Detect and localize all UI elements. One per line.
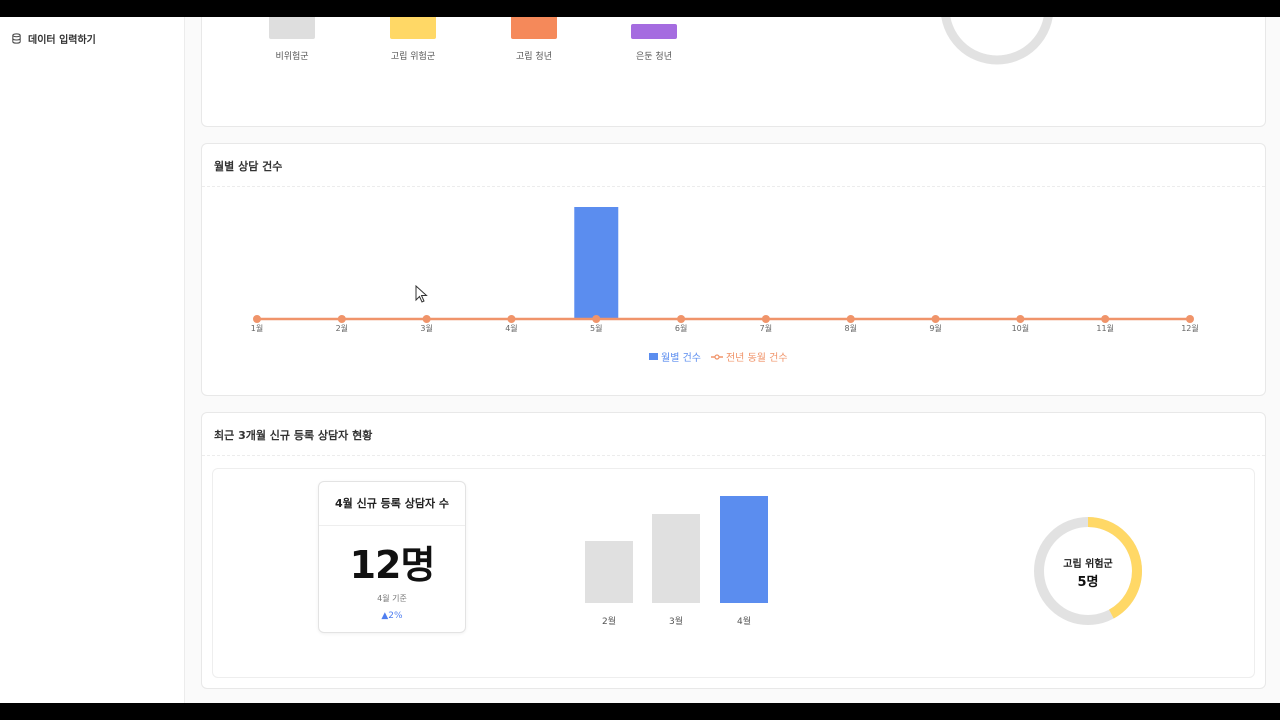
line-point-10월[interactable] (1016, 315, 1025, 323)
stat-subtitle: 4월 기준 (377, 594, 407, 603)
x-tick-label: 5월 (590, 323, 602, 333)
category-item: 고립 청년 (504, 17, 564, 62)
chart-legend: 월별 건수 전년 동월 건수 (649, 349, 788, 364)
month-bar (652, 514, 700, 603)
x-tick-label: 9월 (929, 323, 941, 333)
sidebar: 데이터 입력하기 (0, 17, 185, 703)
risk-group-card: 비위험군 고립 위험군 고립 청년 은둔 청년 (201, 17, 1266, 127)
database-icon (11, 33, 22, 44)
x-tick-label: 7월 (760, 323, 772, 333)
line-point-7월[interactable] (761, 315, 770, 323)
line-point-9월[interactable] (931, 315, 940, 323)
month-bar-label: 4월 (736, 617, 751, 627)
line-point-2월[interactable] (337, 315, 346, 323)
x-tick-label: 6월 (675, 323, 687, 333)
stat-delta: ▲2% (381, 611, 403, 621)
main-content: 비위험군 고립 위험군 고립 청년 은둔 청년 월별 상담 건수 1월 2월 3월 4… (185, 17, 1280, 703)
x-tick-label: 8월 (845, 323, 857, 333)
legend-label: 전년 동월 건수 (725, 353, 788, 364)
x-tick-label: 11월 (1096, 323, 1114, 333)
x-tick-label: 4월 (505, 323, 517, 333)
recent-registrations-card: 최근 3개월 신규 등록 상담자 현황 4월 신규 등록 상담자 수 12명 4… (201, 412, 1266, 689)
x-tick-label: 2월 (336, 323, 348, 333)
month-bar (585, 541, 633, 603)
viewport: 데이터 입력하기 비위험군 고립 위험군 고립 청년 은둔 청년 월별 상담 건… (0, 17, 1280, 703)
month-bar (720, 496, 768, 603)
category-label: 고립 위험군 (390, 52, 436, 62)
recent-panel: 4월 신규 등록 상담자 수 12명 4월 기준 ▲2% 2월 3월 4월 고립… (212, 468, 1255, 678)
sidebar-item-data-input[interactable]: 데이터 입력하기 (11, 31, 96, 46)
category-label: 고립 청년 (516, 52, 552, 62)
legend-item-line[interactable]: 전년 동월 건수 (710, 349, 788, 364)
category-swatch (269, 17, 315, 39)
category-label: 은둔 청년 (636, 52, 672, 62)
x-tick-label: 12월 (1181, 323, 1199, 333)
category-item: 비위험군 (262, 17, 322, 62)
line-point-8월[interactable] (846, 315, 855, 323)
donut-value: 5명 (1077, 575, 1099, 590)
card-title: 최근 3개월 신규 등록 상담자 현황 (214, 429, 373, 442)
category-swatch (511, 17, 557, 39)
stat-value: 12명 (349, 543, 436, 587)
category-swatch (631, 24, 677, 39)
legend-swatch-line (710, 353, 723, 360)
month-bar-label: 3월 (668, 617, 683, 627)
line-point-3월[interactable] (422, 315, 431, 323)
sidebar-item-label: 데이터 입력하기 (28, 35, 96, 46)
month-bar-label: 2월 (601, 617, 616, 627)
donut-label: 고립 위험군 (1063, 559, 1113, 570)
category-swatch (390, 17, 436, 39)
legend-label: 월별 건수 (661, 353, 701, 364)
category-item: 은둔 청년 (624, 24, 684, 62)
line-point-5월[interactable] (592, 315, 601, 323)
monthly-consult-card: 월별 상담 건수 1월 2월 3월 4월 5월 6월 7월 8월 9월 10월 11월 12월 월별 … (201, 143, 1266, 396)
legend-swatch-bar (649, 353, 658, 360)
line-point-6월[interactable] (677, 315, 686, 323)
top-donut-chart (941, 17, 1053, 65)
line-point-1월[interactable] (253, 315, 261, 323)
category-label: 비위험군 (275, 52, 309, 62)
legend-item-bar[interactable]: 월별 건수 (649, 349, 701, 364)
line-point-12월[interactable] (1186, 315, 1194, 323)
bar-5월[interactable] (574, 207, 619, 319)
x-tick-label: 10월 (1012, 323, 1030, 333)
mouse-cursor-icon (415, 285, 428, 303)
line-point-11월[interactable] (1101, 315, 1110, 323)
x-tick-label: 1월 (251, 323, 263, 333)
line-point-4월[interactable] (507, 315, 516, 323)
stat-card: 4월 신규 등록 상담자 수 12명 4월 기준 ▲2% (318, 481, 466, 633)
category-item: 고립 위험군 (383, 17, 443, 62)
x-tick-label: 3월 (420, 323, 432, 333)
divider (202, 455, 1265, 456)
stat-title: 4월 신규 등록 상담자 수 (319, 482, 465, 526)
